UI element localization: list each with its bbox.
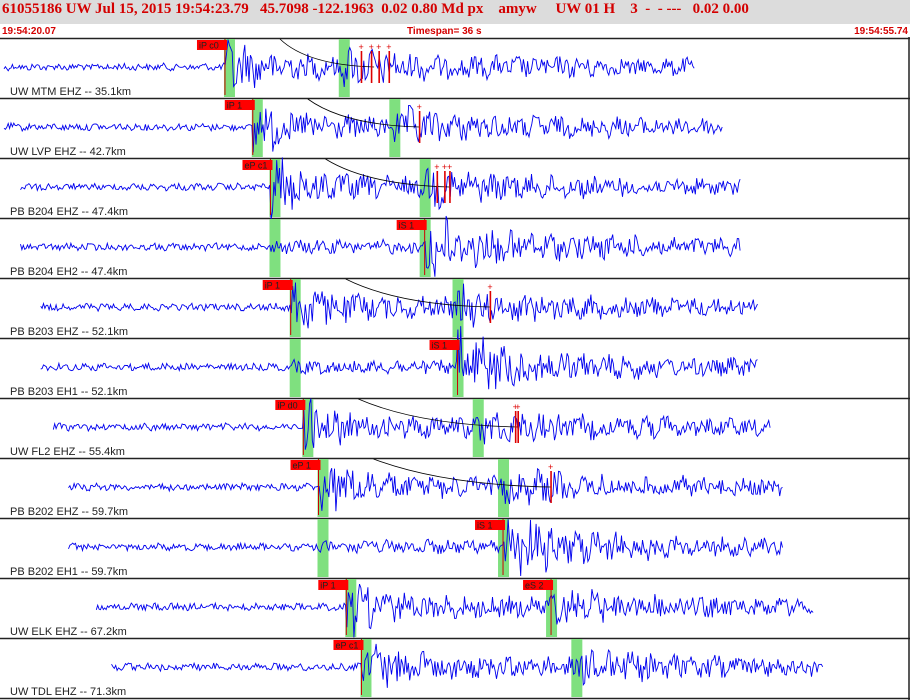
station-label: UW TDL EHZ -- 71.3km [10, 686, 126, 698]
waveform-trace [68, 519, 783, 577]
waveform-trace [111, 643, 824, 688]
p-pick-label: iP 1 [265, 281, 280, 291]
p-pick-band [317, 519, 329, 577]
waveform-trace [20, 157, 741, 220]
s-pick-band [452, 279, 464, 337]
s-pick-label: iS 1 [477, 521, 493, 531]
s-pick-label: iS 1 [432, 341, 448, 351]
station-label: PB B202 EH1 -- 59.7km [10, 566, 127, 578]
s-pick-band [472, 399, 484, 457]
p-pick-label: iP d0 [277, 401, 297, 411]
p-pick-label: iP 1 [320, 581, 335, 591]
station-label: PB B204 EH2 -- 47.4km [10, 266, 127, 278]
timespan-label: Timespan= 36 s [407, 26, 482, 37]
s-pick-label: eS 2 [525, 581, 544, 591]
station-label: PB B203 EH1 -- 52.1km [10, 386, 127, 398]
p-pick-label: iP c0 [199, 41, 219, 51]
amplitude-marker-plus: + [376, 42, 381, 52]
amplitude-marker-plus: + [369, 42, 374, 52]
waveform-trace [68, 467, 783, 512]
amplitude-marker-plus: + [358, 42, 363, 52]
amplitude-marker-plus: + [447, 162, 452, 172]
waveform-trace [20, 215, 741, 277]
waveform-trace [95, 583, 814, 638]
amplitude-marker-plus: + [548, 462, 553, 472]
station-label: UW ELK EHZ -- 67.2km [10, 626, 127, 638]
p-pick-label: eP 1 [293, 461, 311, 471]
p-pick-label: eP c1 [335, 641, 358, 651]
station-label: PB B203 EHZ -- 52.1km [10, 326, 128, 338]
amplitude-marker-plus: + [417, 102, 422, 112]
waveform-trace [40, 282, 758, 329]
end-time: 19:54:55.74 [854, 26, 908, 37]
coda-curve [307, 98, 420, 128]
start-time: 19:54:20.07 [2, 26, 56, 37]
p-pick-label: eP c1 [244, 161, 267, 171]
station-label: UW LVP EHZ -- 42.7km [10, 146, 126, 158]
amplitude-marker-plus: + [386, 42, 391, 52]
station-label: UW MTM EHZ -- 35.1km [10, 86, 131, 98]
amplitude-marker-plus: + [487, 282, 492, 292]
s-pick-label: iS 1 [399, 221, 415, 231]
event-title: 61055186 UW Jul 15, 2015 19:54:23.79 45.… [2, 1, 749, 17]
waveform-trace [40, 326, 758, 390]
amplitude-marker-plus: + [515, 402, 520, 412]
p-pick-label: iP 1 [227, 101, 242, 111]
station-label: PB B204 EHZ -- 47.4km [10, 206, 128, 218]
amplitude-marker-plus: + [434, 162, 439, 172]
station-label: PB B202 EHZ -- 59.7km [10, 506, 128, 518]
waveform-trace [52, 398, 771, 450]
station-label: UW FL2 EHZ -- 55.4km [10, 446, 125, 458]
p-pick-band [289, 339, 301, 397]
coda-curve [358, 398, 519, 428]
seismogram-panel: iP c0 + + + +UW MTM EHZ -- 35.1kmiP 1 +UW LVP… [0, 37, 910, 700]
